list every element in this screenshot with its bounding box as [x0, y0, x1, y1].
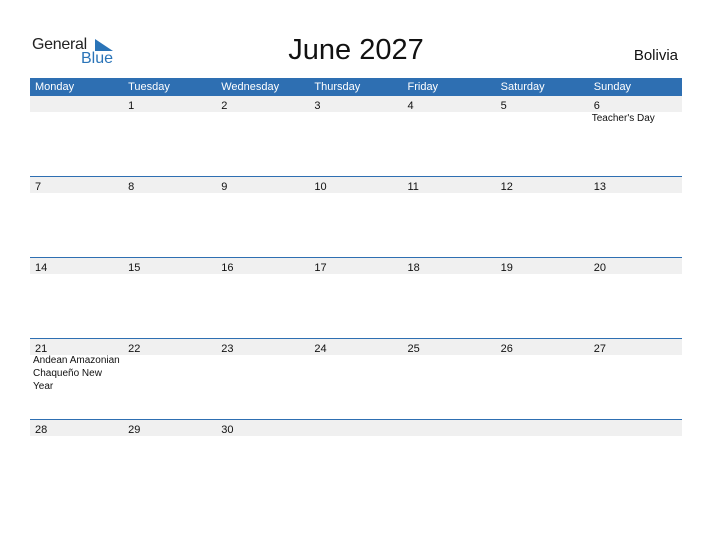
day-cell: 28 — [30, 420, 123, 436]
holiday-label — [216, 112, 309, 125]
day-cell: 19 — [496, 258, 589, 274]
day-number: 29 — [128, 424, 141, 436]
day-number: 2 — [221, 100, 228, 112]
day-cell: 14 — [30, 258, 123, 274]
holiday-label — [496, 112, 589, 125]
day-cell: 12 — [496, 177, 589, 193]
day-number: 5 — [500, 100, 507, 112]
day-number: 20 — [593, 262, 606, 274]
day-cell: 17 — [309, 258, 402, 274]
week-row: 28 29 30 — [30, 419, 682, 500]
weekday-sunday: Sunday — [593, 81, 632, 93]
day-cell: 22 — [123, 339, 216, 355]
day-cell — [30, 96, 123, 112]
day-cell: 8 — [123, 177, 216, 193]
day-cell: 7 — [30, 177, 123, 193]
day-number: 13 — [593, 181, 606, 193]
events-row: Andean Amazonian Chaqueño New Year — [30, 354, 682, 393]
day-cell: 2 — [216, 96, 309, 112]
holiday-label: Teacher's Day — [591, 113, 655, 124]
day-number: 14 — [35, 262, 48, 274]
day-number: 10 — [314, 181, 327, 193]
week-row: 21 22 23 24 25 26 27 Andean Amazonian Chaqueño … — [30, 338, 682, 419]
day-number: 3 — [314, 100, 321, 112]
day-cell: 15 — [123, 258, 216, 274]
weekday-thursday: Thursday — [314, 81, 361, 93]
day-cell — [403, 420, 496, 436]
day-cell: 29 — [123, 420, 216, 436]
weekday-saturday: Saturday — [500, 81, 545, 93]
day-cell: 4 — [403, 96, 496, 112]
day-number: 11 — [407, 181, 419, 193]
day-number: 17 — [314, 262, 327, 274]
holiday-label — [30, 112, 123, 125]
day-cell: 24 — [309, 339, 402, 355]
day-cell: 25 — [403, 339, 496, 355]
day-number: 12 — [500, 181, 513, 193]
day-cell: 16 — [216, 258, 309, 274]
day-cell — [589, 420, 682, 436]
day-cell: 5 — [496, 96, 589, 112]
date-strip: 28 29 30 — [30, 419, 682, 436]
day-number: 18 — [407, 262, 420, 274]
day-number: 1 — [128, 100, 135, 112]
day-cell — [496, 420, 589, 436]
day-number: 15 — [128, 262, 141, 274]
date-strip: 1 2 3 4 5 6 — [30, 96, 682, 112]
day-number: 16 — [221, 262, 234, 274]
day-cell: 10 — [309, 177, 402, 193]
holiday-label — [403, 112, 496, 125]
page-title: June 2027 — [288, 34, 424, 66]
weekday-wednesday: Wednesday — [221, 81, 280, 93]
holiday-label — [589, 354, 682, 393]
day-cell: 21 — [30, 339, 123, 355]
holiday-label: Andean Amazonian Chaqueño New Year — [33, 355, 120, 392]
week-row: 7 8 9 10 11 12 13 — [30, 176, 682, 257]
day-number: 6 — [593, 100, 600, 112]
day-cell: 13 — [589, 177, 682, 193]
day-cell: 11 — [403, 177, 496, 193]
holiday-label — [309, 112, 402, 125]
day-cell — [309, 420, 402, 436]
day-number: 7 — [35, 181, 42, 193]
day-number: 19 — [500, 262, 513, 274]
day-cell: 6 — [589, 96, 682, 112]
date-strip: 7 8 9 10 11 12 13 — [30, 176, 682, 193]
day-number: 9 — [221, 181, 228, 193]
weekday-friday: Friday — [407, 81, 439, 93]
events-row: Teacher's Day — [30, 112, 682, 125]
weekday-tuesday: Tuesday — [128, 81, 170, 93]
date-strip: 21 22 23 24 25 26 27 — [30, 338, 682, 355]
day-cell: 3 — [309, 96, 402, 112]
day-cell: 30 — [216, 420, 309, 436]
date-strip: 14 15 16 17 18 19 20 — [30, 257, 682, 274]
day-cell: 18 — [403, 258, 496, 274]
day-cell: 26 — [496, 339, 589, 355]
day-number: 30 — [221, 424, 234, 436]
day-number: 8 — [128, 181, 135, 193]
holiday-label — [403, 354, 496, 393]
week-row: 1 2 3 4 5 6 Teacher's Day — [30, 96, 682, 177]
day-cell: 20 — [589, 258, 682, 274]
holiday-label — [309, 354, 402, 393]
day-number: 4 — [407, 100, 414, 112]
country-label: Bolivia — [633, 47, 678, 64]
holiday-label — [496, 354, 589, 393]
holiday-label — [216, 354, 309, 393]
day-cell: 27 — [589, 339, 682, 355]
day-cell: 9 — [216, 177, 309, 193]
weekday-header: Monday Tuesday Wednesday Thursday Friday… — [30, 78, 682, 96]
holiday-label — [123, 112, 216, 125]
day-number: 28 — [35, 424, 48, 436]
day-cell: 1 — [123, 96, 216, 112]
day-cell: 23 — [216, 339, 309, 355]
week-row: 14 15 16 17 18 19 20 — [30, 257, 682, 338]
weekday-monday: Monday — [35, 81, 75, 93]
holiday-label — [123, 354, 216, 393]
